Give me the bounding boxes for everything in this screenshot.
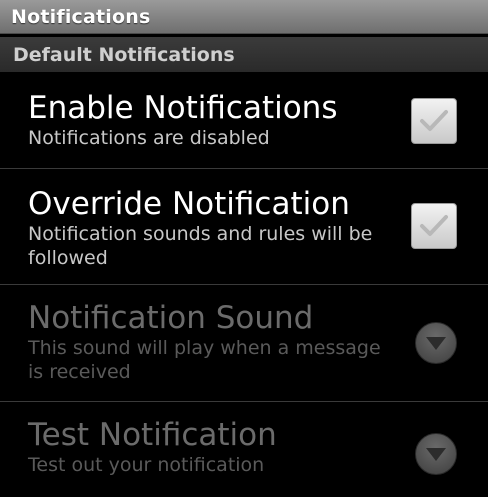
pref-title: Enable Notifications [28, 90, 338, 126]
arrow-down-icon [426, 337, 446, 350]
notifications-screen: Notifications Default Notifications Enab… [0, 0, 488, 497]
pref-title: Notification Sound [28, 300, 314, 336]
section-header-label: Default Notifications [13, 43, 235, 66]
title-bar: Notifications [0, 0, 488, 34]
pref-enable-notifications[interactable]: Enable Notifications Notifications are d… [0, 72, 488, 169]
pref-override-notification[interactable]: Override Notification Notification sound… [0, 169, 488, 285]
arrow-down-icon [426, 448, 446, 461]
section-header: Default Notifications [0, 37, 488, 72]
pref-title: Override Notification [28, 186, 350, 222]
pref-summary: Test out your notification [28, 454, 265, 476]
enable-notifications-checkbox[interactable] [411, 98, 457, 144]
pref-summary: This sound will play when a message is r… [28, 337, 381, 383]
page-title: Notifications [11, 5, 151, 28]
pref-notification-sound[interactable]: Notification Sound This sound will play … [0, 285, 488, 402]
check-icon [420, 215, 448, 236]
pref-test-notification[interactable]: Test Notification Test out your notifica… [0, 402, 488, 497]
pref-summary: Notifications are disabled [28, 127, 270, 149]
notification-sound-dropdown-button[interactable] [415, 322, 457, 364]
test-notification-dropdown-button[interactable] [415, 433, 457, 475]
pref-summary: Notification sounds and rules will be fo… [28, 223, 373, 269]
check-icon [420, 110, 448, 131]
pref-title: Test Notification [28, 417, 277, 453]
override-notification-checkbox[interactable] [411, 203, 457, 249]
